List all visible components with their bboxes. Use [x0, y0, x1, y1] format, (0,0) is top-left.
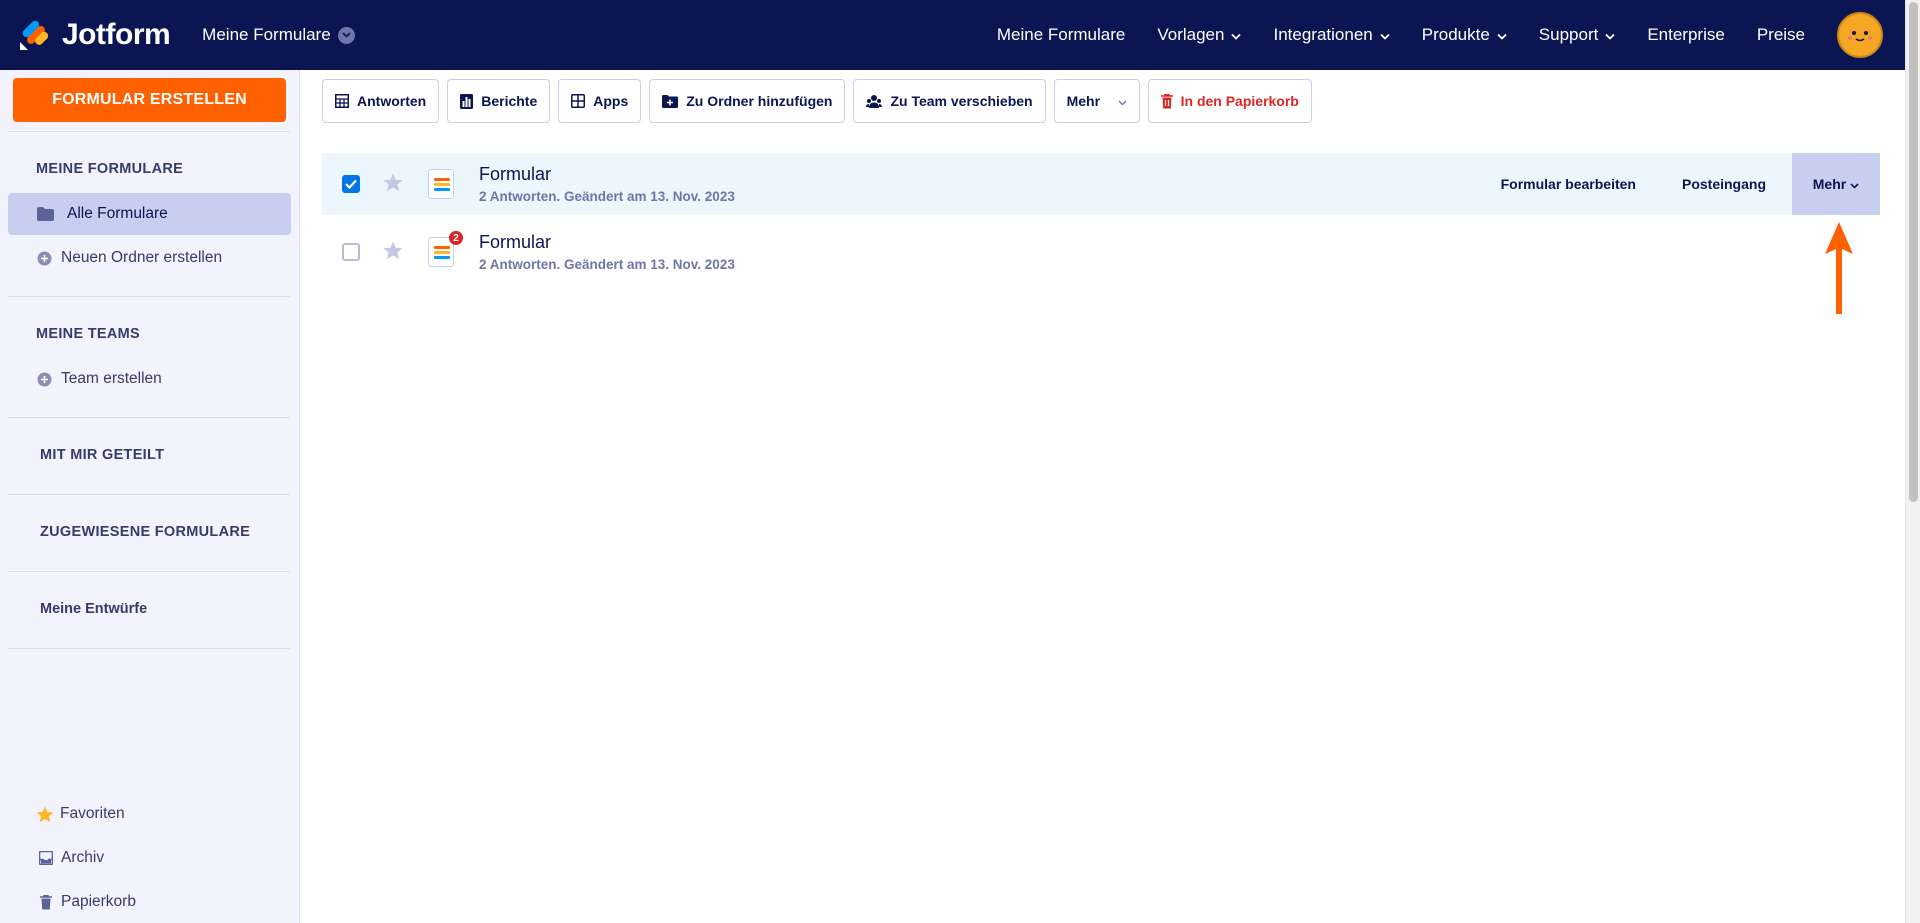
sidebar-item-label: Favoriten: [60, 805, 125, 822]
divider: [8, 571, 290, 572]
form-select-checkbox[interactable]: [342, 175, 360, 193]
sidebar-item-archive[interactable]: Archiv: [8, 837, 291, 879]
nav-links: Meine Formulare Vorlagen Integrationen P…: [997, 0, 1905, 70]
divider: [8, 648, 290, 649]
new-responses-badge: 2: [449, 231, 463, 245]
sidebar-item-label: Team erstellen: [61, 370, 162, 387]
row-actions: Formular bearbeiten Posteingang Mehr: [1501, 153, 1880, 215]
chevron-down-icon: [1380, 25, 1390, 45]
star-icon: [36, 806, 54, 823]
reports-button[interactable]: Berichte: [447, 79, 551, 123]
apps-grid-icon: [571, 94, 586, 108]
divider: [8, 296, 290, 297]
section-my-teams: MEINE TEAMS: [36, 326, 140, 342]
sidebar-item-favorites[interactable]: Favoriten: [8, 793, 291, 835]
move-to-team-button[interactable]: Zu Team verschieben: [853, 79, 1046, 123]
sidebar-item-label: Alle Formulare: [67, 205, 168, 222]
nav-vorlagen[interactable]: Vorlagen: [1157, 25, 1242, 45]
archive-icon: [37, 851, 55, 865]
user-avatar[interactable]: [1837, 12, 1883, 58]
jotform-logo-icon: [18, 18, 50, 52]
favorite-star-icon[interactable]: [383, 241, 403, 265]
sidebar-item-label: Neuen Ordner erstellen: [61, 249, 223, 266]
divider: [8, 494, 290, 495]
folder-icon: [36, 207, 54, 221]
form-select-checkbox[interactable]: [342, 243, 360, 261]
plus-circle-icon: [35, 372, 53, 387]
check-icon: [345, 179, 357, 189]
nav-meine-formulare[interactable]: Meine Formulare: [997, 25, 1126, 45]
section-my-forms: MEINE FORMULARE: [36, 161, 184, 177]
divider: [8, 131, 290, 132]
chevron-down-icon: [1118, 93, 1127, 109]
create-form-button[interactable]: FORMULAR ERSTELLEN: [13, 78, 286, 122]
sidebar-item-trash[interactable]: Papierkorb: [8, 881, 291, 923]
chevron-down-icon: [1497, 25, 1507, 45]
nav-enterprise[interactable]: Enterprise: [1647, 25, 1724, 45]
section-my-drafts[interactable]: Meine Entwürfe: [40, 601, 147, 617]
page-scrollbar[interactable]: [1905, 0, 1920, 923]
sidebar-item-label: Archiv: [61, 849, 105, 866]
form-icon: [428, 169, 454, 199]
nav-integrationen[interactable]: Integrationen: [1273, 25, 1390, 45]
arrow-up-icon: [1825, 222, 1853, 319]
logo-text: Jotform: [62, 18, 171, 51]
form-subtitle: 2 Antworten. Geändert am 13. Nov. 2023: [479, 189, 735, 204]
folder-plus-icon: [662, 94, 679, 108]
inbox-button[interactable]: Posteingang: [1682, 176, 1766, 192]
sidebar: FORMULAR ERSTELLEN MEINE FORMULARE Alle …: [0, 70, 300, 923]
form-row[interactable]: 2 Formular 2 Antworten. Geändert am 13. …: [322, 221, 1880, 283]
sidebar-item-all-forms[interactable]: Alle Formulare: [8, 193, 291, 235]
chevron-down-icon: [1605, 25, 1615, 45]
chevron-down-icon: [337, 26, 355, 44]
sidebar-item-create-team[interactable]: Team erstellen: [8, 358, 291, 400]
trash-icon: [1160, 93, 1173, 109]
divider: [8, 417, 290, 418]
section-shared-with-me[interactable]: MIT MIR GETEILT: [40, 447, 164, 463]
form-row[interactable]: Formular 2 Antworten. Geändert am 13. No…: [322, 153, 1880, 215]
chevron-down-icon: [1231, 25, 1242, 45]
team-icon: [866, 94, 883, 108]
responses-button[interactable]: Antworten: [322, 79, 440, 123]
scrollbar-thumb[interactable]: [1909, 2, 1918, 502]
nav-support[interactable]: Support: [1539, 25, 1616, 45]
form-title[interactable]: Formular: [479, 232, 551, 253]
favorite-star-icon[interactable]: [383, 173, 403, 197]
chevron-down-icon: [1850, 176, 1859, 192]
workspace-selector[interactable]: Meine Formulare: [202, 25, 355, 45]
workspace-label: Meine Formulare: [202, 25, 331, 44]
move-to-trash-button[interactable]: In den Papierkorb: [1147, 79, 1312, 123]
jotform-logo[interactable]: Jotform: [18, 18, 171, 52]
bulk-actions-toolbar: Antworten Berichte Apps Zu Ordner hinzuf…: [322, 79, 1320, 123]
edit-form-button[interactable]: Formular bearbeiten: [1501, 176, 1636, 192]
plus-circle-icon: [35, 251, 53, 266]
section-assigned-forms[interactable]: ZUGEWIESENE FORMULARE: [40, 524, 250, 540]
nav-produkte[interactable]: Produkte: [1422, 25, 1507, 45]
more-actions-dropdown[interactable]: Mehr: [1053, 79, 1140, 123]
top-navigation: Jotform Meine Formulare Meine Formulare …: [0, 0, 1905, 70]
nav-preise[interactable]: Preise: [1757, 25, 1805, 45]
table-icon: [335, 94, 349, 108]
apps-button[interactable]: Apps: [558, 79, 642, 123]
trash-icon: [37, 894, 55, 910]
avatar-face-icon: [1848, 31, 1872, 42]
sidebar-item-label: Papierkorb: [61, 893, 136, 910]
sidebar-item-new-folder[interactable]: Neuen Ordner erstellen: [8, 237, 291, 279]
form-title[interactable]: Formular: [479, 164, 551, 185]
form-subtitle: 2 Antworten. Geändert am 13. Nov. 2023: [479, 257, 735, 272]
add-to-folder-button[interactable]: Zu Ordner hinzufügen: [649, 79, 846, 123]
bar-chart-icon: [460, 93, 474, 109]
row-more-dropdown[interactable]: Mehr: [1792, 153, 1880, 215]
